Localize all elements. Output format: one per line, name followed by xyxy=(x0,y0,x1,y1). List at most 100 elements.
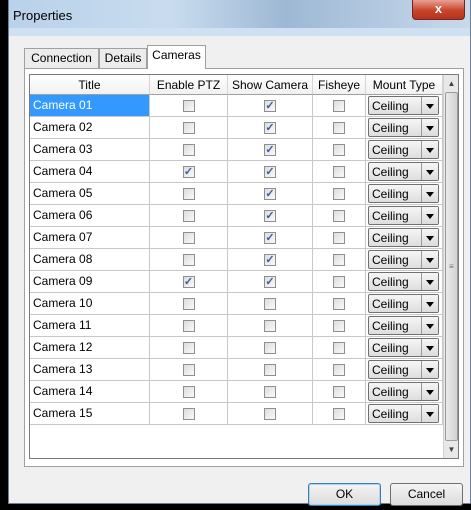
show-camera-checkbox[interactable] xyxy=(264,342,276,354)
camera-title-cell[interactable]: Camera 14 xyxy=(30,381,150,403)
mount-type-dropdown[interactable]: Ceiling xyxy=(368,228,439,247)
camera-title-cell[interactable]: Camera 13 xyxy=(30,359,150,381)
mount-type-dropdown[interactable]: Ceiling xyxy=(368,382,439,401)
enable-ptz-checkbox[interactable]: ✓ xyxy=(182,276,195,288)
mount-type-dropdown[interactable]: Ceiling xyxy=(368,184,439,203)
camera-title-cell[interactable]: Camera 15 xyxy=(30,403,150,425)
column-header-show-camera[interactable]: Show Camera xyxy=(228,75,313,95)
fisheye-checkbox[interactable] xyxy=(333,232,345,244)
fisheye-checkbox[interactable] xyxy=(333,342,345,354)
camera-title-cell[interactable]: Camera 04 xyxy=(30,161,150,183)
cancel-button[interactable]: Cancel xyxy=(390,483,463,506)
column-header-fisheye[interactable]: Fisheye xyxy=(313,75,366,95)
enable-ptz-checkbox[interactable] xyxy=(182,364,195,376)
enable-ptz-checkbox[interactable] xyxy=(182,298,195,310)
show-camera-checkbox[interactable] xyxy=(264,408,276,420)
mount-type-dropdown[interactable]: Ceiling xyxy=(368,250,439,269)
fisheye-checkbox[interactable] xyxy=(333,298,345,310)
mount-type-dropdown[interactable]: Ceiling xyxy=(368,360,439,379)
tab-details[interactable]: Details xyxy=(99,48,147,68)
dropdown-button[interactable] xyxy=(421,119,438,136)
mount-type-dropdown[interactable]: Ceiling xyxy=(368,206,439,225)
dropdown-button[interactable] xyxy=(421,295,438,312)
table-row[interactable]: Camera 09 ✓ ✓ Ceiling xyxy=(30,271,443,293)
camera-title-cell[interactable]: Camera 06 xyxy=(30,205,150,227)
title-bar[interactable]: Properties x xyxy=(9,0,470,36)
camera-title-cell[interactable]: Camera 10 xyxy=(30,293,150,315)
mount-type-dropdown[interactable]: Ceiling xyxy=(368,272,439,291)
table-row[interactable]: Camera 02 ✓ Ceiling xyxy=(30,117,443,139)
dropdown-button[interactable] xyxy=(421,273,438,290)
table-row[interactable]: Camera 13 Ceiling xyxy=(30,359,443,381)
fisheye-checkbox[interactable] xyxy=(333,364,345,376)
enable-ptz-checkbox[interactable]: ✓ xyxy=(182,166,195,178)
show-camera-checkbox[interactable]: ✓ xyxy=(264,254,276,266)
camera-title-cell[interactable]: Camera 01 xyxy=(30,95,150,117)
enable-ptz-checkbox[interactable] xyxy=(182,210,195,222)
vertical-scrollbar[interactable]: ▲ ≡ ▼ xyxy=(443,75,458,458)
column-header-title[interactable]: Title xyxy=(30,75,150,95)
mount-type-dropdown[interactable]: Ceiling xyxy=(368,338,439,357)
table-row[interactable]: Camera 08 ✓ Ceiling xyxy=(30,249,443,271)
dropdown-button[interactable] xyxy=(421,229,438,246)
mount-type-dropdown[interactable]: Ceiling xyxy=(368,118,439,137)
dropdown-button[interactable] xyxy=(421,339,438,356)
enable-ptz-checkbox[interactable] xyxy=(182,232,195,244)
enable-ptz-checkbox[interactable] xyxy=(182,100,195,112)
table-row[interactable]: Camera 03 ✓ Ceiling xyxy=(30,139,443,161)
fisheye-checkbox[interactable] xyxy=(333,320,345,332)
show-camera-checkbox[interactable] xyxy=(264,364,276,376)
mount-type-dropdown[interactable]: Ceiling xyxy=(368,316,439,335)
ok-button[interactable]: OK xyxy=(308,483,381,506)
dropdown-button[interactable] xyxy=(421,207,438,224)
enable-ptz-checkbox[interactable] xyxy=(182,342,195,354)
dropdown-button[interactable] xyxy=(421,383,438,400)
close-button[interactable]: x xyxy=(412,0,465,20)
tab-connection[interactable]: Connection xyxy=(24,48,99,68)
show-camera-checkbox[interactable]: ✓ xyxy=(264,232,276,244)
fisheye-checkbox[interactable] xyxy=(333,188,345,200)
show-camera-checkbox[interactable] xyxy=(264,320,276,332)
camera-title-cell[interactable]: Camera 05 xyxy=(30,183,150,205)
enable-ptz-checkbox[interactable] xyxy=(182,122,195,134)
show-camera-checkbox[interactable]: ✓ xyxy=(264,188,276,200)
dropdown-button[interactable] xyxy=(421,185,438,202)
camera-title-cell[interactable]: Camera 12 xyxy=(30,337,150,359)
dropdown-button[interactable] xyxy=(421,251,438,268)
fisheye-checkbox[interactable] xyxy=(333,408,345,420)
dropdown-button[interactable] xyxy=(421,163,438,180)
show-camera-checkbox[interactable]: ✓ xyxy=(264,144,276,156)
camera-title-cell[interactable]: Camera 11 xyxy=(30,315,150,337)
table-row[interactable]: Camera 07 ✓ Ceiling xyxy=(30,227,443,249)
fisheye-checkbox[interactable] xyxy=(333,276,345,288)
dropdown-button[interactable] xyxy=(421,405,438,422)
dropdown-button[interactable] xyxy=(421,141,438,158)
mount-type-dropdown[interactable]: Ceiling xyxy=(368,162,439,181)
enable-ptz-checkbox[interactable] xyxy=(182,320,195,332)
camera-title-cell[interactable]: Camera 07 xyxy=(30,227,150,249)
show-camera-checkbox[interactable] xyxy=(264,298,276,310)
scroll-up-button[interactable]: ▲ xyxy=(444,75,458,92)
fisheye-checkbox[interactable] xyxy=(333,122,345,134)
table-row[interactable]: Camera 15 Ceiling xyxy=(30,403,443,425)
enable-ptz-checkbox[interactable] xyxy=(182,144,195,156)
column-header-mount-type[interactable]: Mount Type xyxy=(366,75,443,95)
camera-title-cell[interactable]: Camera 03 xyxy=(30,139,150,161)
enable-ptz-checkbox[interactable] xyxy=(182,386,195,398)
mount-type-dropdown[interactable]: Ceiling xyxy=(368,96,439,115)
dropdown-button[interactable] xyxy=(421,361,438,378)
show-camera-checkbox[interactable]: ✓ xyxy=(264,122,276,134)
table-row[interactable]: Camera 14 Ceiling xyxy=(30,381,443,403)
enable-ptz-checkbox[interactable] xyxy=(182,188,195,200)
fisheye-checkbox[interactable] xyxy=(333,100,345,112)
camera-title-cell[interactable]: Camera 08 xyxy=(30,249,150,271)
fisheye-checkbox[interactable] xyxy=(333,166,345,178)
show-camera-checkbox[interactable]: ✓ xyxy=(264,276,276,288)
table-row[interactable]: Camera 10 Ceiling xyxy=(30,293,443,315)
scroll-thumb[interactable]: ≡ xyxy=(445,92,458,441)
mount-type-dropdown[interactable]: Ceiling xyxy=(368,140,439,159)
table-row[interactable]: Camera 04 ✓ ✓ Ceiling xyxy=(30,161,443,183)
dropdown-button[interactable] xyxy=(421,97,438,114)
mount-type-dropdown[interactable]: Ceiling xyxy=(368,294,439,313)
fisheye-checkbox[interactable] xyxy=(333,254,345,266)
